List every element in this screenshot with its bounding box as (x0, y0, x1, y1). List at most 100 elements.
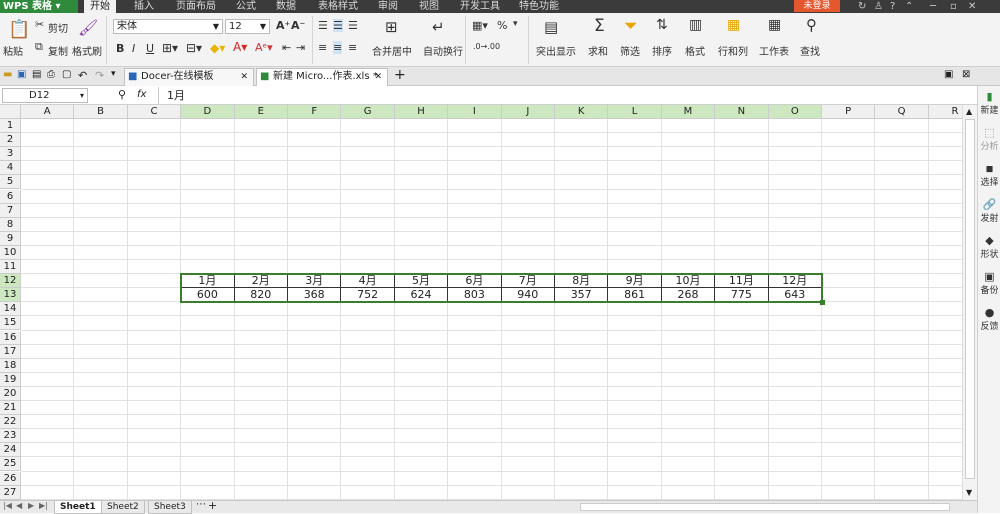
column-header[interactable]: G (341, 105, 395, 119)
row-header[interactable]: 10 (0, 245, 21, 260)
row-header[interactable]: 3 (0, 147, 21, 162)
paste-button[interactable]: 粘贴 (3, 43, 23, 58)
month-cell[interactable]: 4月 (341, 274, 395, 289)
column-header[interactable]: I (448, 105, 502, 119)
format-painter-icon[interactable]: 🖌 (78, 18, 98, 37)
row-header[interactable]: 9 (0, 231, 21, 246)
align-left-icon[interactable]: ≡ (318, 41, 327, 54)
align-bottom-icon[interactable]: ☰ (348, 19, 358, 32)
column-header[interactable]: O (768, 105, 822, 119)
column-header[interactable]: P (822, 105, 876, 119)
function-button[interactable]: fx (137, 89, 146, 100)
row-header[interactable]: 21 (0, 401, 21, 416)
format-painter-button[interactable]: 格式刷 (72, 43, 102, 58)
align-middle-icon[interactable]: ☰ (333, 19, 343, 32)
column-header[interactable]: Q (875, 105, 929, 119)
row-header[interactable]: 13 (0, 288, 21, 303)
sidebar-feedback[interactable]: ● 反馈 (978, 306, 1000, 332)
minimize-icon[interactable]: ─ (930, 0, 936, 13)
sidebar-select[interactable]: ◾ 选择 (978, 162, 1000, 188)
select-all-corner[interactable] (0, 105, 21, 119)
month-cell[interactable]: 9月 (608, 274, 662, 289)
sidebar-new[interactable]: ▮ 新建 (978, 90, 1000, 116)
sidebar-shape[interactable]: ◆ 形状 (978, 234, 1000, 260)
increase-indent-icon[interactable]: ⇥ (296, 41, 305, 54)
increase-decimal-icon[interactable]: .0→.00 (473, 42, 500, 51)
tab-developer[interactable]: 开发工具 (460, 0, 500, 13)
undo-icon[interactable]: ↶ (78, 69, 87, 82)
spreadsheet-grid[interactable]: A B C D E F G H I J K L M N O P Q R 1 2 3 4 5 6 7 8 9 10 11 12 13 14 15 1… (0, 105, 962, 500)
tab-list-icon[interactable]: ▣ (944, 69, 953, 80)
filter-icon[interactable]: ⏷ (624, 16, 638, 36)
font-grow-icon[interactable]: A⁺ (276, 19, 290, 32)
tab-insert[interactable]: 插入 (134, 0, 154, 13)
merge-center-icon[interactable]: ⊞ (385, 18, 398, 36)
more-sheets-icon[interactable]: ⋯ (196, 499, 206, 510)
refresh-icon[interactable]: ↻ (858, 0, 866, 13)
row-header[interactable]: 20 (0, 386, 21, 401)
worksheet-icon[interactable]: ▦ (768, 17, 781, 33)
doc-tab-workbook[interactable]: ■ 新建 Micro...作表.xls * ✕ (256, 68, 388, 86)
month-cell[interactable]: 3月 (288, 274, 342, 289)
month-cell[interactable]: 7月 (501, 274, 555, 289)
month-cell[interactable]: 11月 (715, 274, 769, 289)
column-header[interactable]: R (928, 105, 962, 119)
row-header[interactable]: 5 (0, 175, 21, 190)
row-header[interactable]: 1 (0, 119, 21, 134)
sidebar-backup[interactable]: ▣ 备份 (978, 270, 1000, 296)
italic-icon[interactable]: I (132, 42, 135, 55)
font-color-icon[interactable]: A▾ (233, 40, 247, 54)
align-center-icon[interactable]: ≡ (333, 41, 343, 54)
row-header[interactable]: 15 (0, 316, 21, 331)
number-format-icon[interactable]: ▦▾ (472, 19, 488, 32)
close-icon[interactable]: ✕ (968, 0, 976, 13)
doc-tab-docer[interactable]: ■ Docer-在线模板 ✕ (124, 68, 254, 86)
prev-sheet-icon[interactable]: ◀ (16, 501, 22, 510)
value-cell[interactable]: 803 (448, 288, 502, 303)
tab-review[interactable]: 审阅 (378, 0, 398, 13)
row-header[interactable]: 12 (0, 274, 21, 289)
row-header[interactable]: 19 (0, 372, 21, 387)
sort-button[interactable]: 排序 (652, 43, 672, 58)
copy-icon[interactable]: ⧉ (35, 40, 43, 54)
auto-wrap-button[interactable]: 自动换行 (423, 43, 463, 58)
vertical-scrollbar[interactable]: ▲ ▼ (962, 105, 977, 500)
zoom-icon[interactable]: ⚲ (118, 88, 126, 101)
value-cell[interactable]: 357 (555, 288, 609, 303)
value-cell[interactable]: 600 (181, 288, 235, 303)
tab-view[interactable]: 视图 (419, 0, 439, 13)
row-header[interactable]: 2 (0, 133, 21, 148)
scissors-icon[interactable]: ✂ (35, 18, 44, 31)
decrease-indent-icon[interactable]: ⇤ (282, 41, 291, 54)
align-right-icon[interactable]: ≡ (348, 41, 357, 54)
sidebar-analyze[interactable]: ⬚ 分析 (978, 126, 1000, 152)
column-header[interactable]: L (608, 105, 662, 119)
row-header[interactable]: 4 (0, 161, 21, 176)
highlight-button[interactable]: 突出显示 (536, 43, 576, 58)
cut-button[interactable]: 剪切 (48, 20, 68, 35)
quick-access-dropdown-icon[interactable]: ▾ (111, 69, 116, 79)
value-cell[interactable]: 940 (501, 288, 555, 303)
export-pdf-icon[interactable]: ▤ (32, 69, 41, 80)
row-header[interactable]: 23 (0, 429, 21, 444)
row-header[interactable]: 18 (0, 358, 21, 373)
row-header[interactable]: 17 (0, 344, 21, 359)
sum-icon[interactable]: Σ (594, 16, 605, 36)
value-cell[interactable]: 775 (715, 288, 769, 303)
value-cell[interactable]: 368 (288, 288, 342, 303)
tab-table-style[interactable]: 表格样式 (318, 0, 358, 13)
redo-icon[interactable]: ↷ (95, 69, 104, 82)
column-header[interactable]: K (555, 105, 609, 119)
column-header[interactable]: F (288, 105, 342, 119)
align-top-icon[interactable]: ☰ (318, 19, 328, 32)
first-sheet-icon[interactable]: |◀ (3, 501, 12, 510)
sheet-tab-1[interactable]: Sheet1 (54, 501, 102, 514)
close-tab-icon[interactable]: ✕ (374, 69, 382, 85)
formula-input[interactable]: 1月 (158, 87, 977, 104)
paste-icon[interactable]: 📋 (8, 19, 30, 40)
sort-icon[interactable]: ⇅ (656, 17, 668, 33)
open-icon[interactable]: ▬ (3, 69, 12, 80)
fill-color-icon[interactable]: ◆▾ (210, 41, 225, 55)
new-tab-icon[interactable]: + (394, 67, 406, 83)
value-cell[interactable]: 268 (661, 288, 716, 303)
